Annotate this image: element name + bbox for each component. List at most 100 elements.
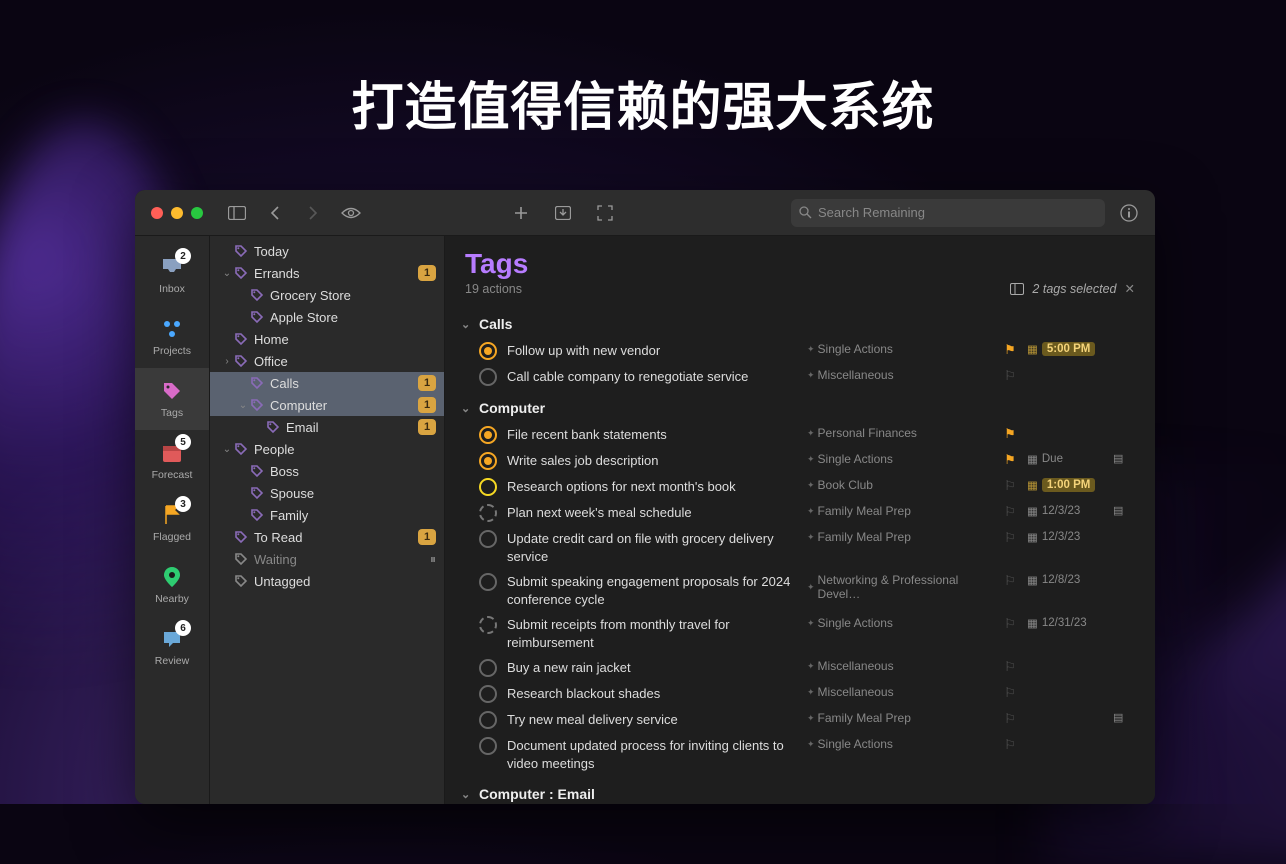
task-row[interactable]: File recent bank statementsPersonal Fina… — [457, 422, 1143, 448]
sidebar-count-badge: 1 — [418, 375, 436, 391]
task-checkbox[interactable] — [479, 342, 497, 360]
sidebar-tag-row[interactable]: ›Office — [210, 350, 444, 372]
flag-icon[interactable]: ⚐ — [1003, 530, 1017, 546]
window-minimize-button[interactable] — [171, 207, 183, 219]
nav-flagged[interactable]: Flagged3 — [135, 492, 209, 554]
window-close-button[interactable] — [151, 207, 163, 219]
task-checkbox[interactable] — [479, 452, 497, 470]
task-group-header[interactable]: ⌄Computer : Email — [457, 776, 1143, 804]
window-zoom-button[interactable] — [191, 207, 203, 219]
nav-label: Projects — [153, 345, 191, 357]
task-checkbox[interactable] — [479, 711, 497, 729]
task-checkbox[interactable] — [479, 685, 497, 703]
task-row[interactable]: Submit speaking engagement proposals for… — [457, 569, 1143, 612]
sidebar-tag-label: Waiting — [254, 552, 430, 567]
sidebar-tag-row[interactable]: ⌄Errands1 — [210, 262, 444, 284]
nav-badge: 3 — [175, 496, 191, 512]
sidebar-tag-row[interactable]: Waiting⏸ — [210, 548, 444, 570]
sidebar-tag-row[interactable]: Family — [210, 504, 444, 526]
disclosure-icon[interactable]: ⌄ — [220, 268, 234, 279]
inspector-icon[interactable] — [1119, 203, 1139, 223]
traffic-lights — [151, 207, 203, 219]
sidebar-tag-row[interactable]: Spouse — [210, 482, 444, 504]
note-icon[interactable]: ▤ — [1113, 452, 1129, 465]
flag-icon[interactable]: ⚑ — [1003, 452, 1017, 468]
search-input[interactable]: Search Remaining — [791, 199, 1105, 227]
task-row[interactable]: Submit receipts from monthly travel for … — [457, 612, 1143, 655]
task-row[interactable]: Try new meal delivery serviceFamily Meal… — [457, 707, 1143, 733]
task-project: Family Meal Prep — [807, 711, 993, 725]
sidebar-tag-row[interactable]: Grocery Store — [210, 284, 444, 306]
sidebar-tag-row[interactable]: Email1 — [210, 416, 444, 438]
nav-label: Tags — [161, 407, 183, 419]
clear-selection-button[interactable]: ✕ — [1125, 281, 1135, 296]
disclosure-icon[interactable]: ⌄ — [236, 400, 250, 411]
nav-label: Forecast — [152, 469, 193, 481]
sidebar-tag-row[interactable]: ⌄People — [210, 438, 444, 460]
add-icon[interactable] — [511, 203, 531, 223]
task-checkbox[interactable] — [479, 368, 497, 386]
disclosure-icon[interactable]: ⌄ — [220, 444, 234, 455]
sidebar-tag-row[interactable]: To Read1 — [210, 526, 444, 548]
toggle-sidebar-icon[interactable] — [227, 203, 247, 223]
back-icon[interactable] — [265, 203, 285, 223]
focus-icon[interactable] — [595, 203, 615, 223]
task-row[interactable]: Document updated process for inviting cl… — [457, 733, 1143, 776]
task-group-header[interactable]: ⌄Computer — [457, 390, 1143, 422]
task-title: Write sales job description — [507, 452, 797, 470]
task-row[interactable]: Research blackout shadesMiscellaneous⚐ — [457, 681, 1143, 707]
sidebar-tag-row[interactable]: Calls1 — [210, 372, 444, 394]
nav-tags[interactable]: Tags — [135, 368, 209, 430]
task-meta: ▦12/3/23 — [1027, 504, 1103, 518]
chevron-down-icon: ⌄ — [461, 402, 473, 415]
sidebar-tag-row[interactable]: Apple Store — [210, 306, 444, 328]
forward-icon[interactable] — [303, 203, 323, 223]
task-project: Family Meal Prep — [807, 530, 993, 544]
task-title: File recent bank statements — [507, 426, 797, 444]
nav-forecast[interactable]: Forecast 5 — [135, 430, 209, 492]
sidebar-tag-row[interactable]: Boss — [210, 460, 444, 482]
task-checkbox[interactable] — [479, 504, 497, 522]
task-row[interactable]: Plan next week's meal scheduleFamily Mea… — [457, 500, 1143, 526]
task-checkbox[interactable] — [479, 659, 497, 677]
nav-projects[interactable]: Projects — [135, 306, 209, 368]
flag-icon[interactable]: ⚐ — [1003, 616, 1017, 632]
flag-icon[interactable]: ⚐ — [1003, 573, 1017, 589]
task-checkbox[interactable] — [479, 530, 497, 548]
task-checkbox[interactable] — [479, 478, 497, 496]
flag-icon[interactable]: ⚐ — [1003, 659, 1017, 675]
task-row[interactable]: Call cable company to renegotiate servic… — [457, 364, 1143, 390]
task-row[interactable]: Buy a new rain jacketMiscellaneous⚐ — [457, 655, 1143, 681]
task-row[interactable]: Write sales job descriptionSingle Action… — [457, 448, 1143, 474]
nav-review[interactable]: Review6 — [135, 616, 209, 678]
task-project: Family Meal Prep — [807, 504, 993, 518]
flag-icon[interactable]: ⚐ — [1003, 478, 1017, 494]
sidebar-tag-row[interactable]: Untagged — [210, 570, 444, 592]
task-checkbox[interactable] — [479, 426, 497, 444]
task-row[interactable]: Follow up with new vendorSingle Actions⚑… — [457, 338, 1143, 364]
sidebar-tag-row[interactable]: Today — [210, 240, 444, 262]
disclosure-icon[interactable]: › — [220, 356, 234, 367]
sidebar-tag-row[interactable]: ⌄Computer1 — [210, 394, 444, 416]
task-checkbox[interactable] — [479, 737, 497, 755]
task-group-header[interactable]: ⌄Calls — [457, 306, 1143, 338]
flag-icon[interactable]: ⚐ — [1003, 737, 1017, 753]
nav-badge: 5 — [175, 434, 191, 450]
flag-icon[interactable]: ⚐ — [1003, 711, 1017, 727]
flag-icon[interactable]: ⚑ — [1003, 426, 1017, 442]
quick-entry-icon[interactable] — [553, 203, 573, 223]
task-row[interactable]: Research options for next month's bookBo… — [457, 474, 1143, 500]
flag-icon[interactable]: ⚑ — [1003, 342, 1017, 358]
nav-inbox[interactable]: Inbox2 — [135, 244, 209, 306]
nav-nearby[interactable]: Nearby — [135, 554, 209, 616]
flag-icon[interactable]: ⚐ — [1003, 504, 1017, 520]
task-checkbox[interactable] — [479, 573, 497, 591]
flag-icon[interactable]: ⚐ — [1003, 368, 1017, 384]
flag-icon[interactable]: ⚐ — [1003, 685, 1017, 701]
task-row[interactable]: Update credit card on file with grocery … — [457, 526, 1143, 569]
note-icon[interactable]: ▤ — [1113, 504, 1129, 517]
eye-icon[interactable] — [341, 203, 361, 223]
sidebar-tag-row[interactable]: Home — [210, 328, 444, 350]
task-checkbox[interactable] — [479, 616, 497, 634]
note-icon[interactable]: ▤ — [1113, 711, 1129, 724]
